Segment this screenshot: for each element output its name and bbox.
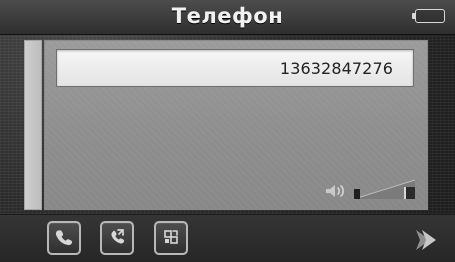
speaker-icon [326,185,344,197]
transfer-icon [111,229,125,244]
phone-number-text: 13632847276 [279,59,393,78]
call-button[interactable] [47,221,81,255]
transfer-button[interactable] [100,221,134,255]
title-bar: Телефон [0,0,455,35]
phone-number-field[interactable]: 13632847276 [56,49,414,87]
left-strip [24,40,42,210]
volume-level-fill [354,189,360,199]
volume-control[interactable] [320,174,420,202]
mute-button[interactable] [154,221,188,255]
battery-empty-icon [412,9,445,23]
next-arrow-icon[interactable] [412,227,442,253]
phone-screen: Телефон 13632847276 [0,0,455,262]
mute-icon [164,230,178,244]
battery-tip [412,13,415,19]
phone-icon [55,230,73,246]
page-title: Телефон [171,4,284,28]
volume-slider[interactable] [352,177,417,201]
